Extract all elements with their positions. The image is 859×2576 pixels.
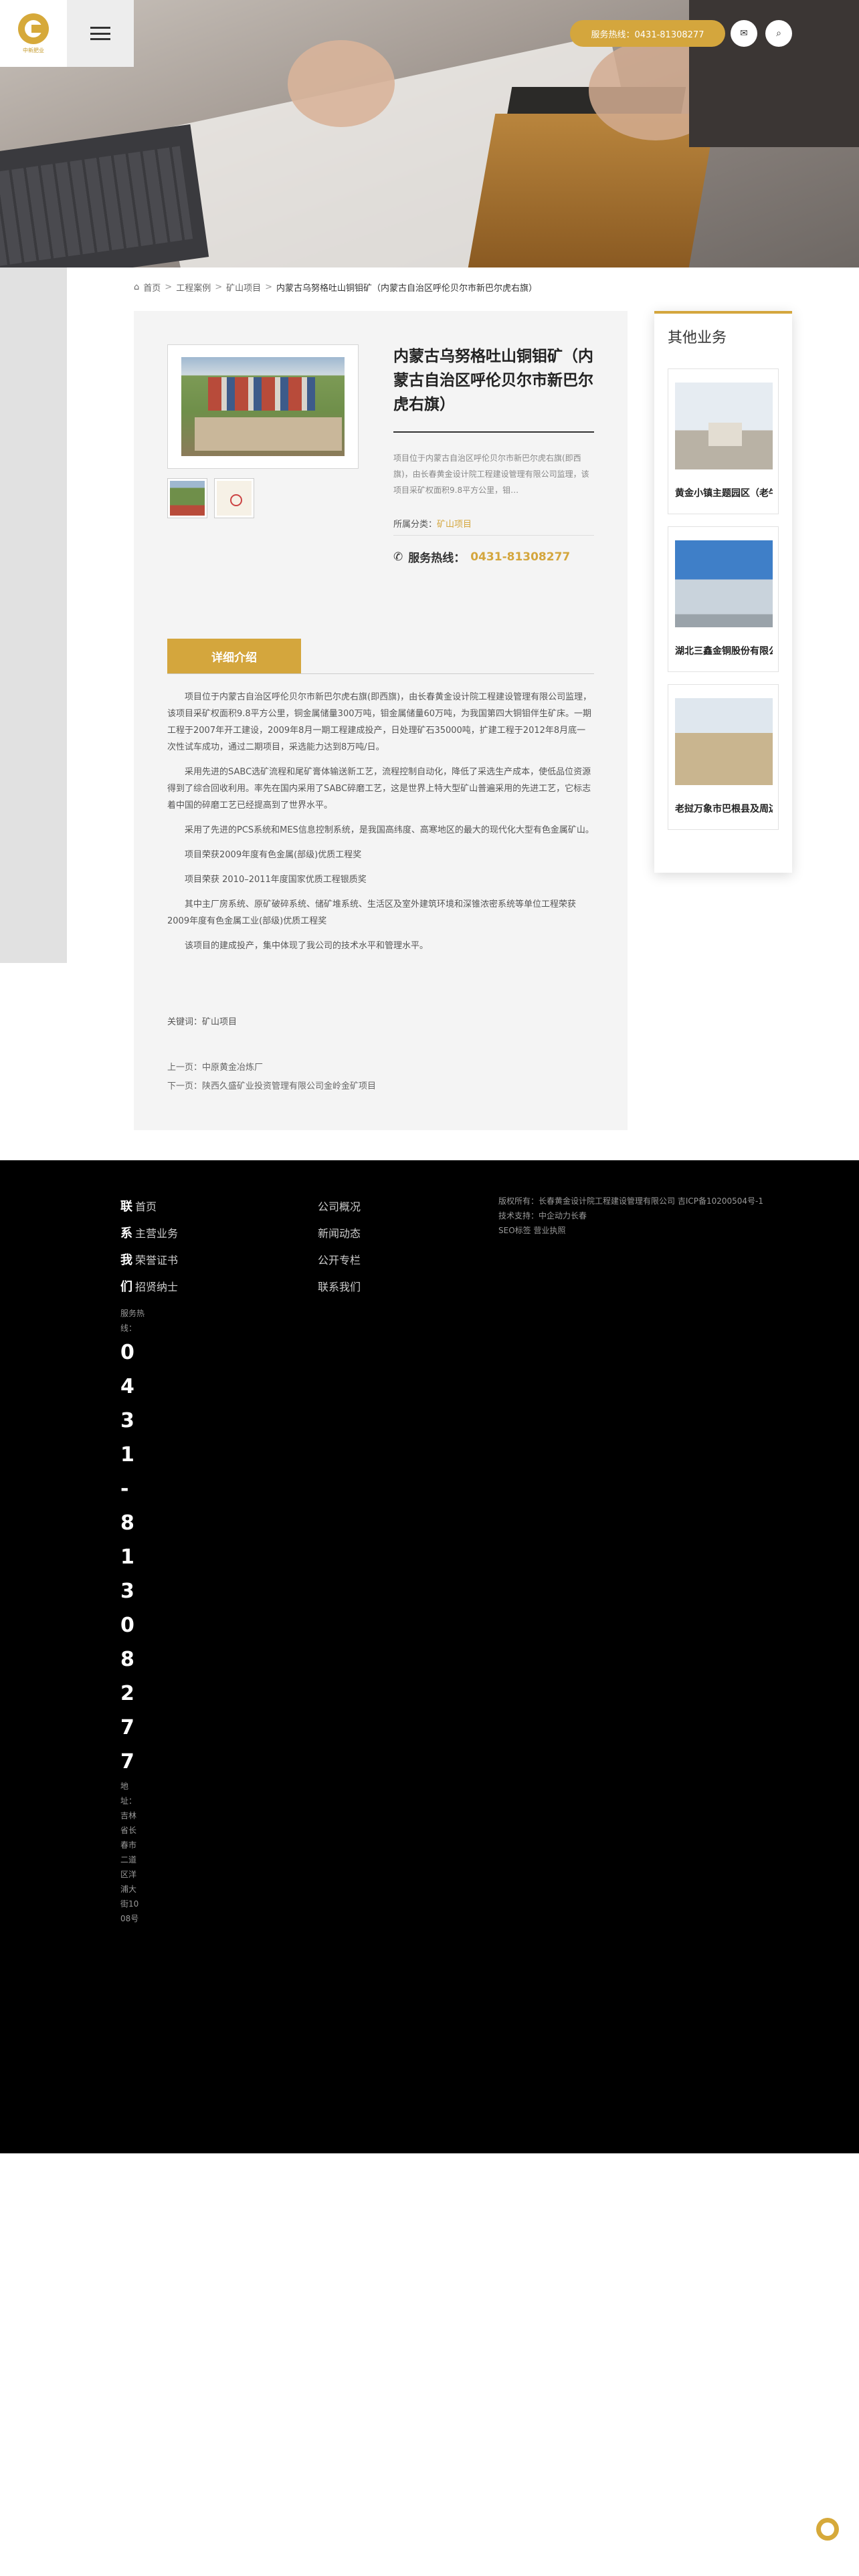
content-paragraph: 采用先进的SABC选矿流程和尾矿膏体输送新工艺，流程控制自动化，降低了采选生产成… <box>167 767 591 811</box>
service-phone[interactable]: 0431-81308277 <box>470 550 570 564</box>
tech-support[interactable]: 技术支持：中企动力长春 <box>498 1208 763 1223</box>
contact-char: 们 <box>120 1280 132 1294</box>
mine-aerial-photo <box>181 357 345 456</box>
project-category: 所属分类：矿山项目 <box>393 517 472 530</box>
floating-logo-icon[interactable] <box>816 2518 839 2541</box>
footer-nav-primary: 联首页 系主营业务 我荣誉证书 们招贤纳士 <box>120 1194 178 1301</box>
sidebar-item-caption: 黄金小镇主题园区（老牛… <box>675 488 773 499</box>
footer-link-jobs[interactable]: 招贤纳士 <box>135 1281 178 1293</box>
breadcrumb-separator: > <box>165 282 173 292</box>
prev-next-nav: 上一页：中原黄金冶炼厂 下一页：陕西久盛矿业投资管理有限公司金岭金矿项目 <box>167 1059 376 1096</box>
contact-char: 系 <box>120 1226 132 1241</box>
footer-link-contact[interactable]: 联系我们 <box>318 1281 361 1293</box>
footer-link-about[interactable]: 公司概况 <box>318 1200 361 1213</box>
sidebar-item[interactable]: 黄金小镇主题园区（老牛… <box>668 368 779 514</box>
footer-link-business[interactable]: 主营业务 <box>135 1227 178 1240</box>
breadcrumb-mining[interactable]: 矿山项目 <box>226 281 261 294</box>
keywords[interactable]: 关键词：矿山项目 <box>167 1014 237 1027</box>
contact-char: 我 <box>120 1253 132 1267</box>
hotline-number: 0 4 3 1 - 8 1 3 0 8 2 7 7 <box>120 1341 134 1774</box>
category-divider <box>393 535 594 536</box>
site-logo[interactable]: 中新肥业 <box>0 0 67 67</box>
footer-link-home[interactable]: 首页 <box>135 1200 157 1213</box>
footer-link-public[interactable]: 公开专栏 <box>318 1254 361 1267</box>
sidebar-title: 其他业务 <box>668 330 727 346</box>
sidebar-item-image <box>675 383 773 469</box>
hamburger-icon <box>90 27 110 40</box>
project-detail-card: 内蒙古乌努格吐山铜钼矿（内蒙古自治区呼伦贝尔市新巴尔虎右旗） 项目位于内蒙古自治… <box>134 311 628 1130</box>
sidebar-item[interactable]: 老挝万象市巴根县及周边… <box>668 684 779 830</box>
mail-icon[interactable]: ✉ <box>731 20 757 47</box>
footer-hotline: 服务热线： 0 4 3 1 - 8 1 3 0 8 2 7 7 地址：吉林省长春… <box>120 1306 147 1926</box>
contact-char: 联 <box>120 1200 132 1214</box>
breadcrumb-current: 内蒙古乌努格吐山铜钼矿（内蒙古自治区呼伦贝尔市新巴尔虎右旗） <box>276 284 538 294</box>
breadcrumb-separator: > <box>265 282 273 292</box>
project-main-image[interactable] <box>167 344 359 469</box>
breadcrumb-cases[interactable]: 工程案例 <box>176 281 211 294</box>
content-paragraph: 其中主厂房系统、原矿破碎系统、储矿堆系统、生活区及室外建筑环境和深锥浓密系统等单… <box>167 899 577 926</box>
image-thumbnails <box>167 478 254 518</box>
tab-divider <box>167 673 594 674</box>
sidebar-item-image <box>675 698 773 785</box>
sidebar-item-caption: 湖北三鑫金铜股份有限公司 <box>675 646 773 657</box>
hotline-label: 服务热线： <box>120 1309 145 1333</box>
content-paragraph: 项目荣获2009年度有色金属(部级)优质工程奖 <box>185 850 362 860</box>
breadcrumb-home[interactable]: 首页 <box>143 281 161 294</box>
footer-info: 版权所有：长春黄金设计院工程建设管理有限公司 吉ICP备10200504号-1 … <box>498 1194 763 1238</box>
footer-link-news[interactable]: 新闻动态 <box>318 1227 361 1240</box>
sidebar-item-caption: 老挝万象市巴根县及周边… <box>675 804 773 815</box>
service-hotline: ✆ 服务热线： 0431-81308277 <box>393 548 570 566</box>
home-icon: ⌂ <box>134 282 140 292</box>
sidebar-item-image <box>675 540 773 627</box>
content-paragraph: 项目荣获 2010–2011年度国家优质工程银质奖 <box>185 875 367 885</box>
project-title: 内蒙古乌努格吐山铜钼矿（内蒙古自治区呼伦贝尔市新巴尔虎右旗） <box>393 348 593 413</box>
other-business-sidebar: 其他业务 黄金小镇主题园区（老牛… 湖北三鑫金铜股份有限公司 老挝万象市巴根县及… <box>654 311 792 873</box>
category-label: 所属分类： <box>393 520 438 530</box>
logo-icon <box>18 13 49 44</box>
content-paragraph: 该项目的建成投产，集中体现了我公司的技术水平和管理水平。 <box>185 941 429 951</box>
logo-text: 中新肥业 <box>23 47 44 53</box>
footer-link-honors[interactable]: 荣誉证书 <box>135 1254 178 1267</box>
site-footer: 联首页 系主营业务 我荣誉证书 们招贤纳士 公司概况 新闻动态 公开专栏 联系我… <box>0 1160 859 2153</box>
content-paragraph: 采用了先进的PCS系统和MES信息控制系统，是我国高纬度、高寒地区的最大的现代化… <box>185 825 594 835</box>
copyright: 版权所有：长春黄金设计院工程建设管理有限公司 吉ICP备10200504号-1 <box>498 1196 764 1206</box>
category-link[interactable]: 矿山项目 <box>437 520 472 530</box>
next-link[interactable]: 下一页：陕西久盛矿业投资管理有限公司金岭金矿项目 <box>167 1077 376 1096</box>
title-divider <box>393 431 594 433</box>
thumbnail-1[interactable] <box>167 478 207 518</box>
content-paragraph: 项目位于内蒙古自治区呼伦贝尔市新巴尔虎右旗(即西旗)，由长春黄金设计院工程建设管… <box>167 692 592 752</box>
footer-nav-secondary: 公司概况 新闻动态 公开专栏 联系我们 <box>318 1194 361 1301</box>
project-summary: 项目位于内蒙古自治区呼伦贝尔市新巴尔虎右旗(即西旗)，由长春黄金设计院工程建设管… <box>393 453 589 495</box>
project-content: 项目位于内蒙古自治区呼伦贝尔市新巴尔虎右旗(即西旗)，由长春黄金设计院工程建设管… <box>167 689 594 962</box>
footer-address: 地址：吉林省长春市二道区洋浦大街1008号 <box>120 1782 139 1923</box>
search-icon[interactable]: ⌕ <box>765 20 792 47</box>
menu-button[interactable] <box>67 0 134 67</box>
hero-hand-shape <box>288 40 395 127</box>
tab-details[interactable]: 详细介绍 <box>167 639 301 673</box>
breadcrumb: ⌂ 首页 > 工程案例 > 矿山项目 > 内蒙古乌努格吐山铜钼矿（内蒙古自治区呼… <box>134 281 537 294</box>
phone-icon: ✆ <box>393 550 403 564</box>
hotline-button[interactable]: 服务热线：0431-81308277 <box>570 20 725 47</box>
prev-link[interactable]: 上一页：中原黄金冶炼厂 <box>167 1059 376 1077</box>
left-decor-panel <box>0 267 67 963</box>
thumbnail-2[interactable] <box>214 478 254 518</box>
service-label: 服务热线： <box>408 552 466 565</box>
seo-license[interactable]: SEO标签 营业执照 <box>498 1223 763 1238</box>
breadcrumb-separator: > <box>215 282 223 292</box>
sidebar-item[interactable]: 湖北三鑫金铜股份有限公司 <box>668 526 779 672</box>
